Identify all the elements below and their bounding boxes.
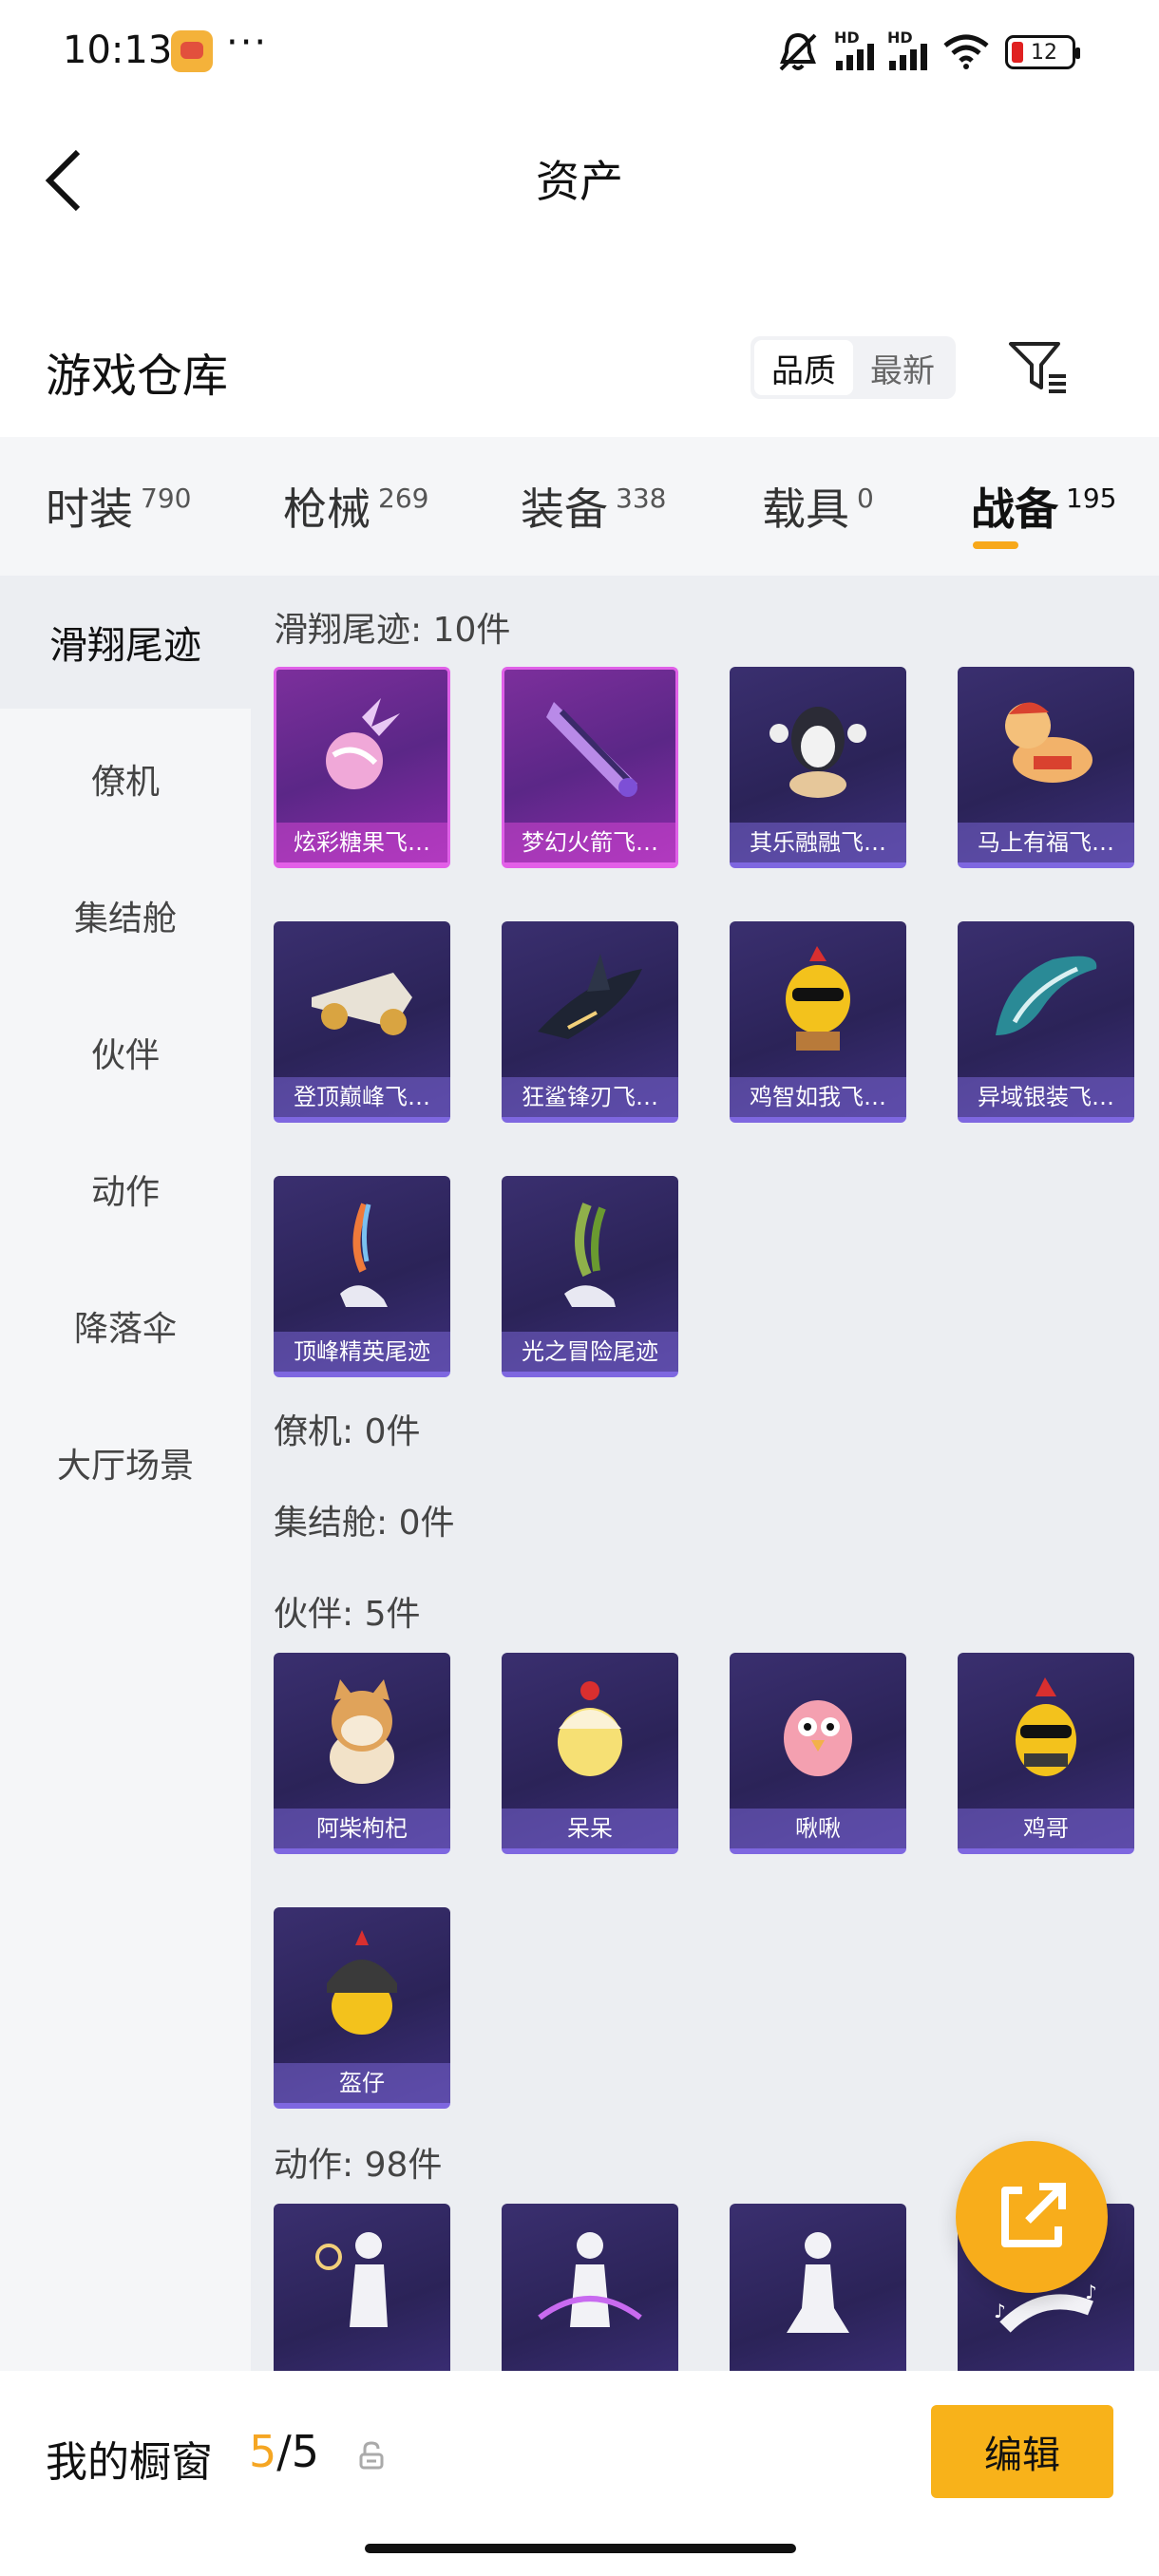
item-name: 盔仔: [274, 2063, 450, 2103]
item-card[interactable]: 啾啾: [730, 1653, 906, 1854]
item-card[interactable]: [274, 2204, 450, 2371]
item-card[interactable]: 异域银装飞…: [958, 921, 1134, 1123]
share-button[interactable]: [956, 2141, 1108, 2293]
tab-vehicles[interactable]: 载具 0: [762, 475, 874, 538]
item-card[interactable]: [502, 2204, 678, 2371]
item-name: 其乐融融飞…: [730, 823, 906, 862]
section-title-wingman: 僚机: 0件: [274, 1412, 421, 1451]
active-tab-indicator: [973, 541, 1018, 549]
tab-firearms[interactable]: 枪械 269: [283, 475, 428, 538]
sidebar-item-glide-trails[interactable]: 滑翔尾迹: [0, 576, 251, 709]
item-card[interactable]: 鸡哥: [958, 1653, 1134, 1854]
category-tabs: 时装 790 枪械 269 装备 338 载具 0 战备 195: [0, 437, 1159, 576]
item-card[interactable]: 鸡智如我飞…: [730, 921, 906, 1123]
item-card[interactable]: 阿柴枸杞: [274, 1653, 450, 1854]
status-icons: HD HD 12: [775, 28, 1080, 76]
item-card[interactable]: 马上有福飞…: [958, 667, 1134, 868]
sidebar-item-capsule[interactable]: 集结舱: [0, 849, 251, 982]
filter-icon[interactable]: [1007, 338, 1070, 397]
tab-fashion[interactable]: 时装 790: [46, 475, 191, 538]
sort-by-quality[interactable]: 品质: [754, 340, 853, 395]
edit-button[interactable]: 编辑: [931, 2405, 1113, 2498]
svg-text:♪: ♪: [994, 2300, 1006, 2322]
emote-figure-icon: [315, 2232, 388, 2327]
chick-partner-icon: [558, 1681, 622, 1776]
home-indicator[interactable]: [365, 2544, 796, 2553]
helmet-chick-partner-icon: [327, 1930, 397, 2035]
section-title-emotes: 动作: 98件: [274, 2146, 443, 2185]
item-name: 顶峰精英尾迹: [274, 1332, 450, 1372]
showcase-count: 5/5: [249, 2426, 320, 2477]
item-name: 光之冒险尾迹: [502, 1332, 678, 1372]
showcase-label: 我的橱窗: [46, 2438, 213, 2487]
warehouse-title: 游戏仓库: [46, 350, 229, 403]
battery-level: 12: [1031, 40, 1057, 65]
lock-icon: [359, 2441, 384, 2470]
candy-trail-icon: [326, 698, 400, 789]
sort-by-newest[interactable]: 最新: [853, 340, 952, 395]
item-card[interactable]: [730, 2204, 906, 2371]
item-name: 狂鲨锋刃飞…: [502, 1077, 678, 1117]
bird-partner-icon: [784, 1700, 852, 1776]
share-icon: [1001, 2183, 1066, 2247]
signal-2-icon: HD: [887, 28, 927, 70]
wifi-icon: [943, 34, 989, 69]
pony-trail-icon: [1005, 702, 1092, 783]
item-card[interactable]: 炫彩糖果飞…: [274, 667, 450, 868]
shiba-partner-icon: [330, 1679, 394, 1784]
tab-equipment[interactable]: 装备 338: [521, 475, 666, 538]
mute-icon: [779, 32, 817, 71]
sidebar: 滑翔尾迹 僚机 集结舱 伙伴 动作 降落伞 大厅场景: [0, 576, 251, 2371]
app-notification-icon: [171, 30, 213, 72]
item-name: 马上有福飞…: [958, 823, 1134, 862]
sidebar-item-partners[interactable]: 伙伴: [0, 986, 251, 1119]
shark-trail-icon: [538, 954, 642, 1039]
rooster-partner-icon: [1016, 1677, 1076, 1776]
item-card[interactable]: 呆呆: [502, 1653, 678, 1854]
item-name: 异域银装飞…: [958, 1077, 1134, 1117]
sidebar-item-wingman[interactable]: 僚机: [0, 712, 251, 845]
item-name: 炫彩糖果飞…: [276, 823, 447, 862]
item-name: 鸡哥: [958, 1809, 1134, 1848]
sidebar-item-emotes[interactable]: 动作: [0, 1123, 251, 1256]
item-name: 啾啾: [730, 1809, 906, 1848]
silver-wing-trail-icon: [996, 956, 1097, 1035]
item-name: 阿柴枸杞: [274, 1809, 450, 1848]
item-name: 登顶巅峰飞…: [274, 1077, 450, 1117]
item-card[interactable]: 盔仔: [274, 1907, 450, 2109]
emote-figure-icon: [787, 2232, 849, 2333]
summit-trail-icon: [312, 973, 412, 1035]
item-card[interactable]: 光之冒险尾迹: [502, 1176, 678, 1377]
chicken-trail-icon: [786, 946, 850, 1051]
more-notifications-icon: ···: [226, 21, 269, 65]
item-card[interactable]: 狂鲨锋刃飞…: [502, 921, 678, 1123]
item-card[interactable]: 登顶巅峰飞…: [274, 921, 450, 1123]
section-title-capsule: 集结舱: 0件: [274, 1504, 455, 1543]
status-bar: 10:13 ··· HD HD 12: [0, 0, 1159, 104]
sidebar-item-lobby-scene[interactable]: 大厅场景: [0, 1396, 251, 1529]
tab-battle-prep[interactable]: 战备 195: [971, 475, 1116, 538]
signal-1-icon: HD: [834, 28, 874, 70]
penguin-trail-icon: [770, 707, 866, 798]
item-name: 呆呆: [502, 1809, 678, 1848]
emote-figure-icon: [538, 2232, 642, 2327]
item-card[interactable]: 其乐融融飞…: [730, 667, 906, 868]
item-card[interactable]: 梦幻火箭飞…: [502, 667, 678, 868]
sort-toggle: 品质 最新: [750, 336, 956, 399]
page-title: 资产: [536, 156, 623, 207]
rocket-trail-icon: [546, 702, 637, 797]
section-title-glide-trails: 滑翔尾迹: 10件: [274, 611, 511, 650]
status-time: 10:13: [63, 28, 173, 72]
battery-icon: 12: [1005, 35, 1080, 69]
content-area: 滑翔尾迹: 10件 炫彩糖果飞… 梦幻火箭飞… 其乐融融飞… 马上有福飞… 登顶…: [251, 576, 1159, 2371]
adventure-trail-icon: [564, 1203, 616, 1307]
item-name: 鸡智如我飞…: [730, 1077, 906, 1117]
elite-trail-icon: [340, 1203, 388, 1307]
item-name: 梦幻火箭飞…: [504, 823, 675, 862]
section-title-partners: 伙伴: 5件: [274, 1595, 421, 1634]
sidebar-item-parachute[interactable]: 降落伞: [0, 1260, 251, 1392]
item-card[interactable]: 顶峰精英尾迹: [274, 1176, 450, 1377]
bottom-bar: 我的橱窗 5/5 编辑: [0, 2371, 1159, 2576]
